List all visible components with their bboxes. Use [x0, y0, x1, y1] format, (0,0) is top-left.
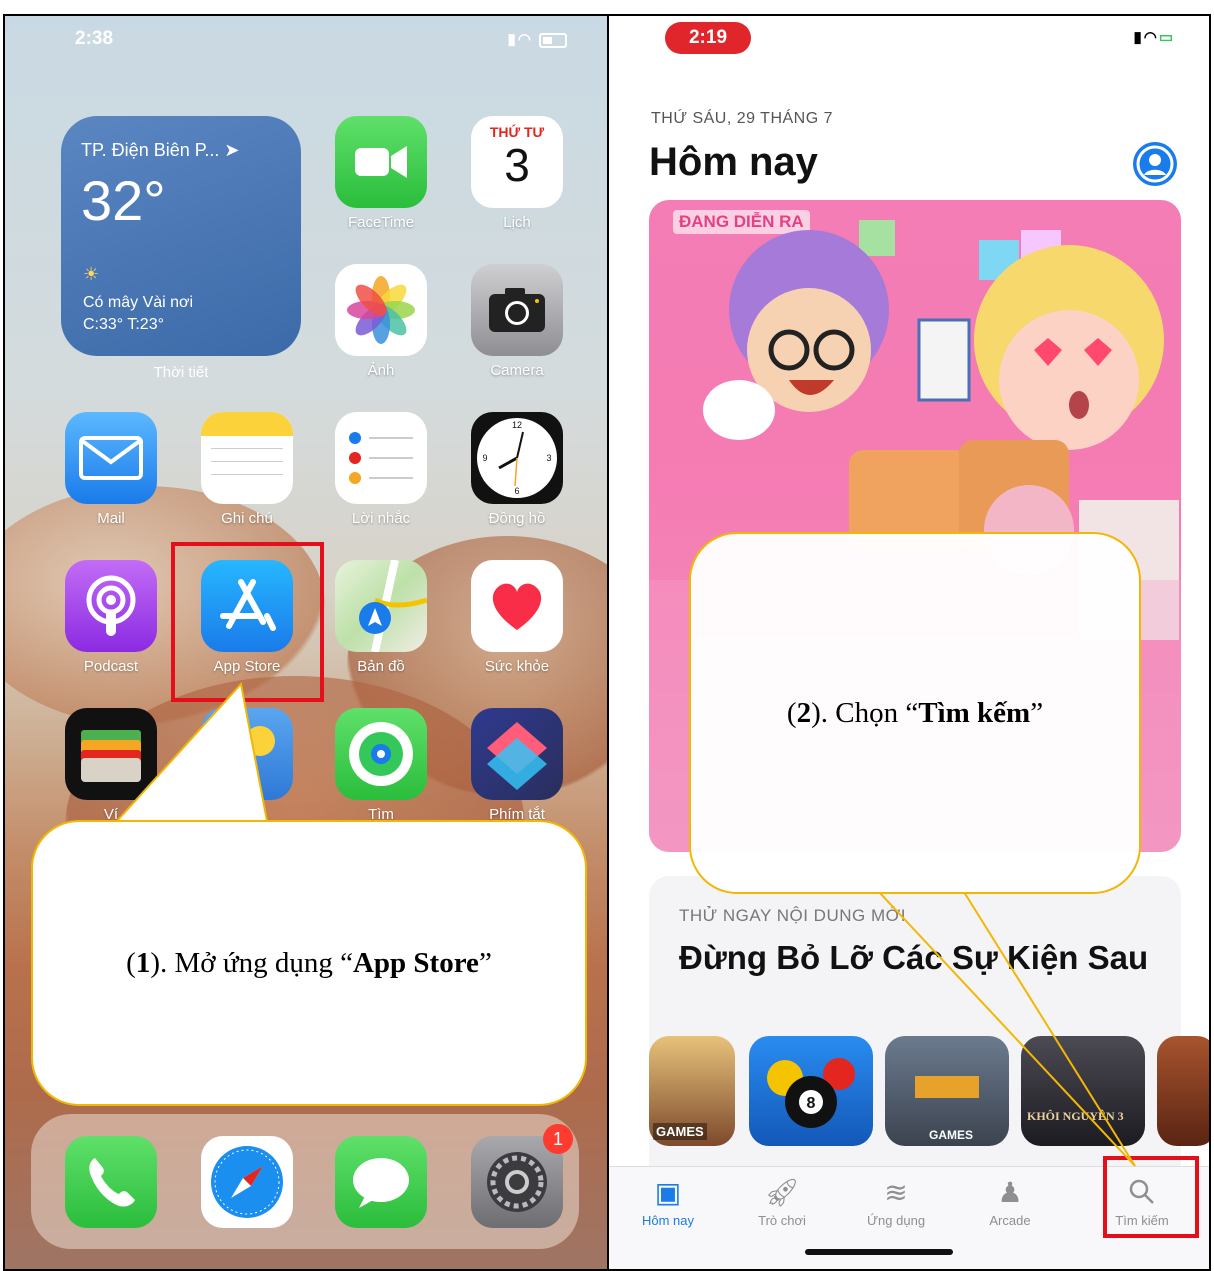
callout-step-1: (1). Mở ứng dụng “App Store”: [31, 820, 587, 1106]
home-screen-frame: 2:38 ▮◠ TP. Điện Biên P... ➤ 32° ☀ Có mâ…: [3, 14, 609, 1271]
callout-step-2: (2). Chọn “Tìm kếm”: [689, 532, 1141, 894]
app-store-frame: 2:19 ▮◠▭ THỨ SÁU, 29 THÁNG 7 Hôm nay ĐAN…: [607, 14, 1211, 1271]
callout-2-text: (2). Chọn “Tìm kếm”: [786, 696, 1044, 729]
callout-1-text: (1). Mở ứng dụng “App Store”: [126, 946, 492, 979]
